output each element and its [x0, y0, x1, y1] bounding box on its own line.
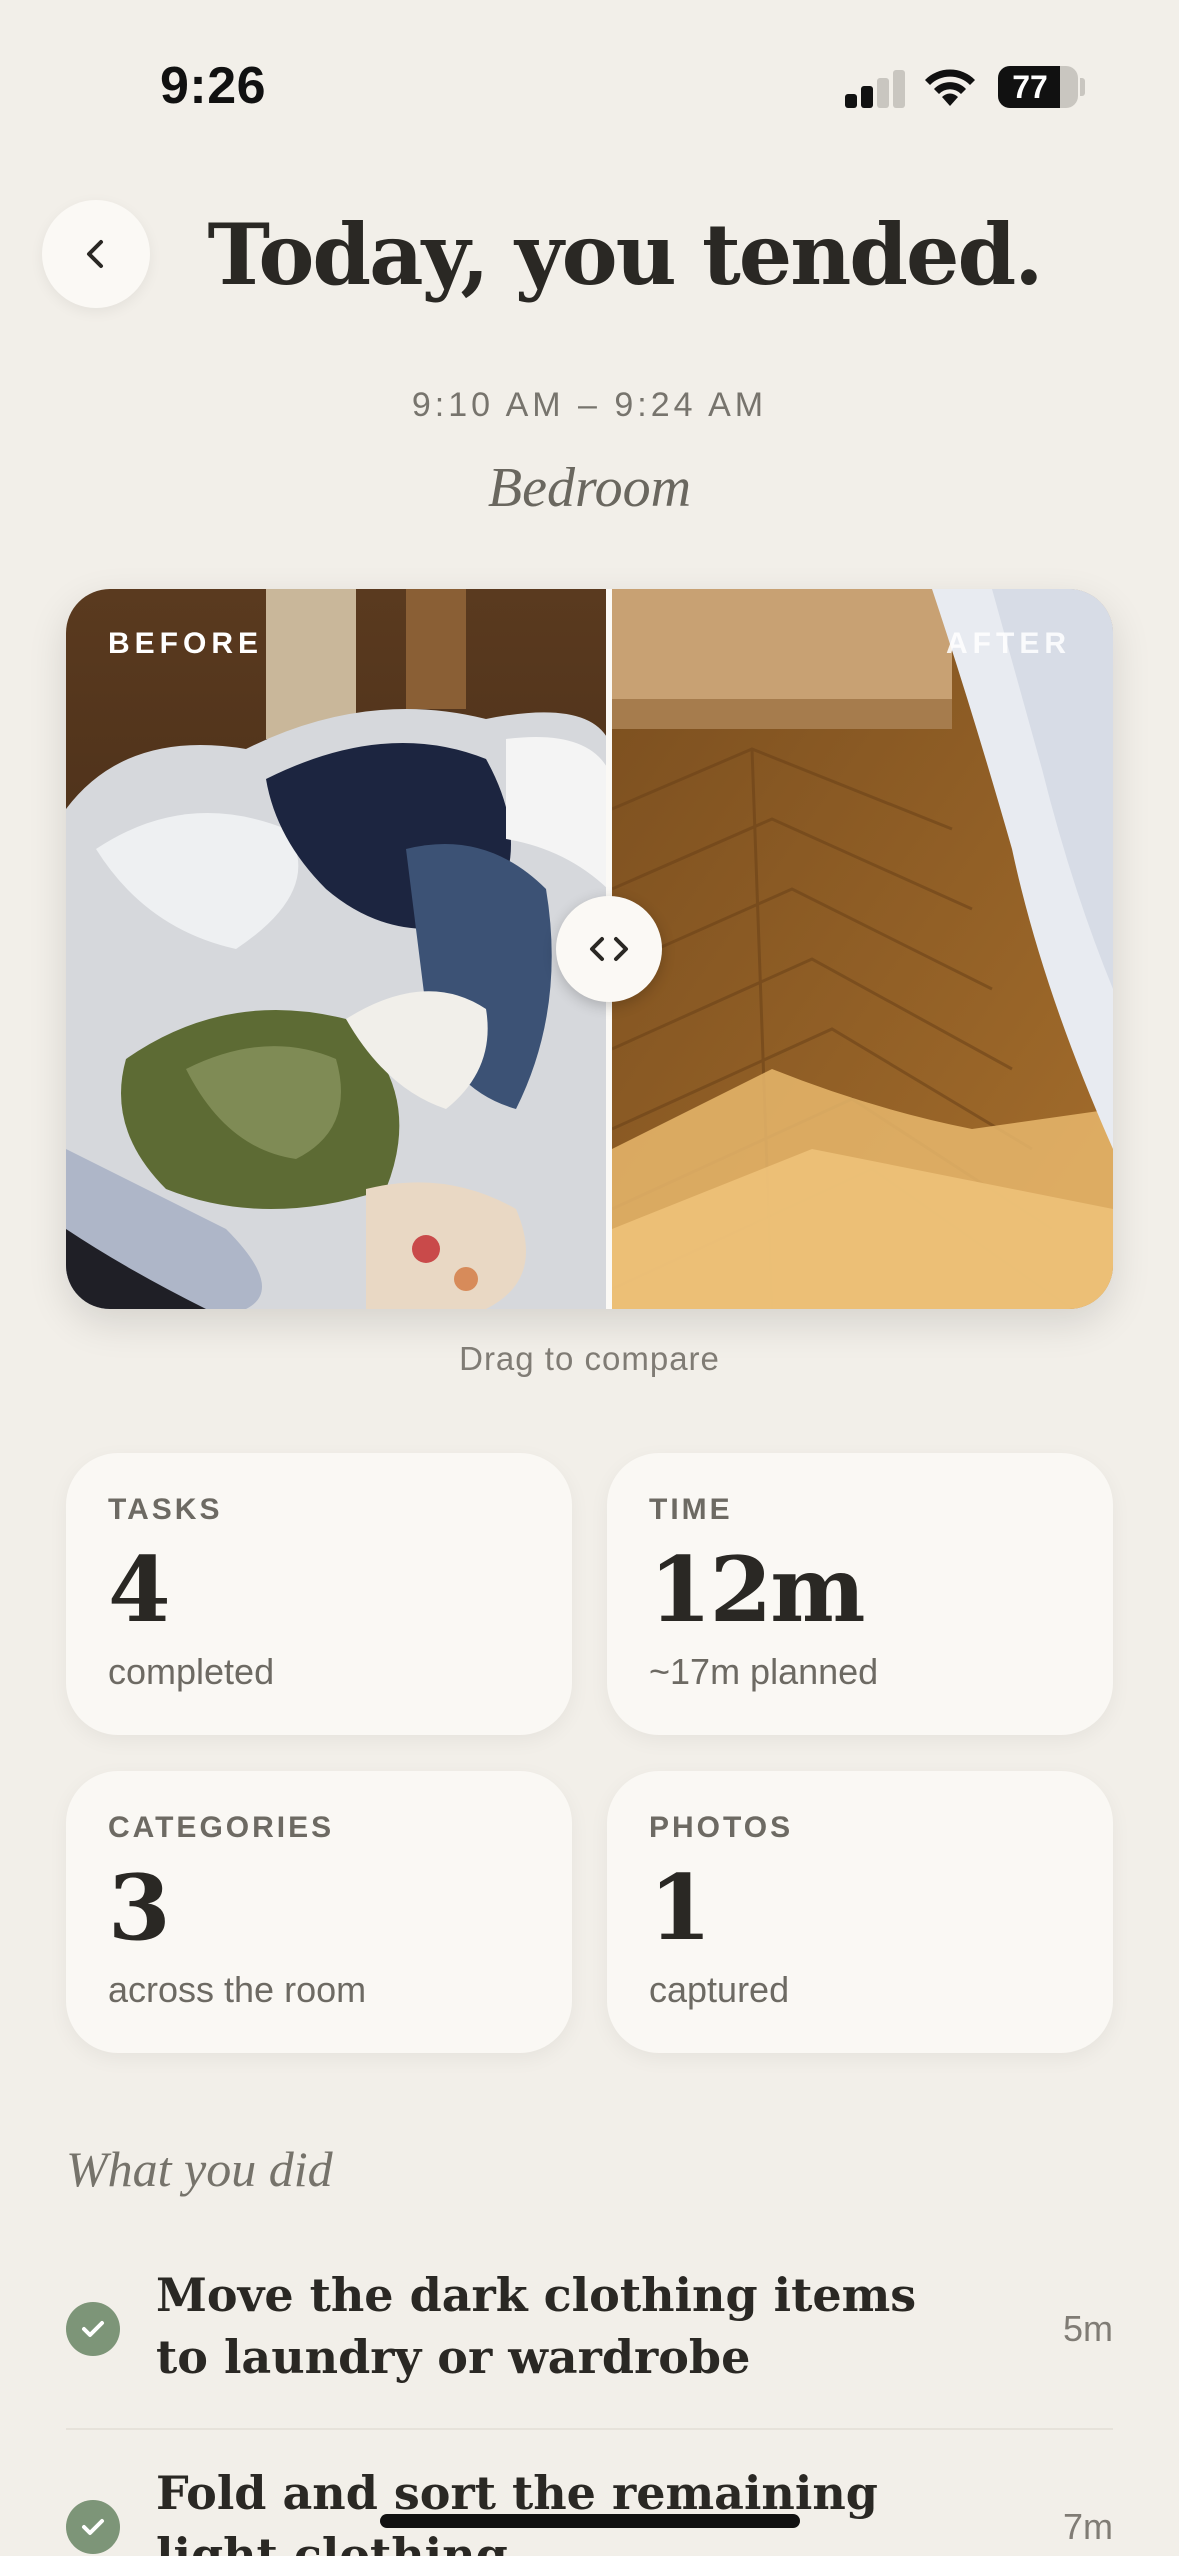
- chevron-left-icon: [87, 240, 103, 268]
- stat-subtitle: completed: [108, 1651, 275, 1692]
- stat-subtitle: ~17m planned: [649, 1651, 879, 1692]
- stat-card-time: TIME 12m ~17m planned: [607, 1453, 1113, 1735]
- status-bar: 9:26 77: [0, 0, 1179, 150]
- stat-subtitle: across the room: [108, 1969, 367, 2010]
- after-label: AFTER: [946, 627, 1071, 660]
- back-button[interactable]: [42, 200, 150, 308]
- stat-value: 4: [108, 1537, 171, 1643]
- stat-label: TASKS: [108, 1493, 223, 1526]
- status-time: 9:26: [160, 57, 267, 115]
- stat-card-categories: CATEGORIES 3 across the room: [66, 1771, 572, 2053]
- stat-value: 3: [108, 1855, 171, 1961]
- stat-card-photos: PHOTOS 1 captured: [607, 1771, 1113, 2053]
- home-indicator[interactable]: [380, 2514, 800, 2528]
- before-after-compare[interactable]: BEFORE AFTER: [66, 589, 1113, 1309]
- task-text: Move the dark clothing items to laundry …: [156, 2268, 917, 2384]
- page-title: Today, you tended.: [207, 205, 1044, 304]
- check-icon: [66, 2500, 120, 2554]
- before-photo: [66, 589, 608, 1309]
- battery-icon: 77: [998, 66, 1078, 108]
- task-duration: 7m: [1062, 2506, 1113, 2547]
- drag-to-compare-hint: Drag to compare: [459, 1340, 720, 1377]
- check-icon: [66, 2302, 120, 2356]
- battery-percent: 77: [1012, 69, 1048, 105]
- stat-label: PHOTOS: [649, 1811, 794, 1844]
- section-title-what-you-did: What you did: [66, 2141, 333, 2197]
- cellular-signal-icon: [845, 68, 907, 108]
- session-time-range: 9:10 AM – 9:24 AM: [411, 386, 768, 424]
- task-row[interactable]: Fold and sort the remaining light clothi…: [66, 2460, 1113, 2556]
- stat-label: TIME: [649, 1493, 733, 1526]
- task-duration: 5m: [1062, 2308, 1113, 2349]
- before-label: BEFORE: [108, 627, 264, 660]
- battery-tip: [1080, 78, 1085, 96]
- divider: [66, 2428, 1113, 2430]
- room-name: Bedroom: [487, 457, 692, 519]
- compare-drag-handle[interactable]: [556, 896, 662, 1002]
- task-text: Fold and sort the remaining light clothi…: [156, 2466, 878, 2556]
- stat-card-tasks: TASKS 4 completed: [66, 1453, 572, 1735]
- stat-value: 12m: [649, 1537, 865, 1643]
- task-row[interactable]: Move the dark clothing items to laundry …: [66, 2262, 1113, 2392]
- stat-value: 1: [649, 1855, 712, 1961]
- after-photo: [612, 589, 1113, 1309]
- stat-label: CATEGORIES: [108, 1811, 335, 1844]
- stat-subtitle: captured: [649, 1969, 790, 2010]
- wifi-icon: [925, 69, 975, 106]
- chevrons-left-right-icon: [590, 937, 628, 961]
